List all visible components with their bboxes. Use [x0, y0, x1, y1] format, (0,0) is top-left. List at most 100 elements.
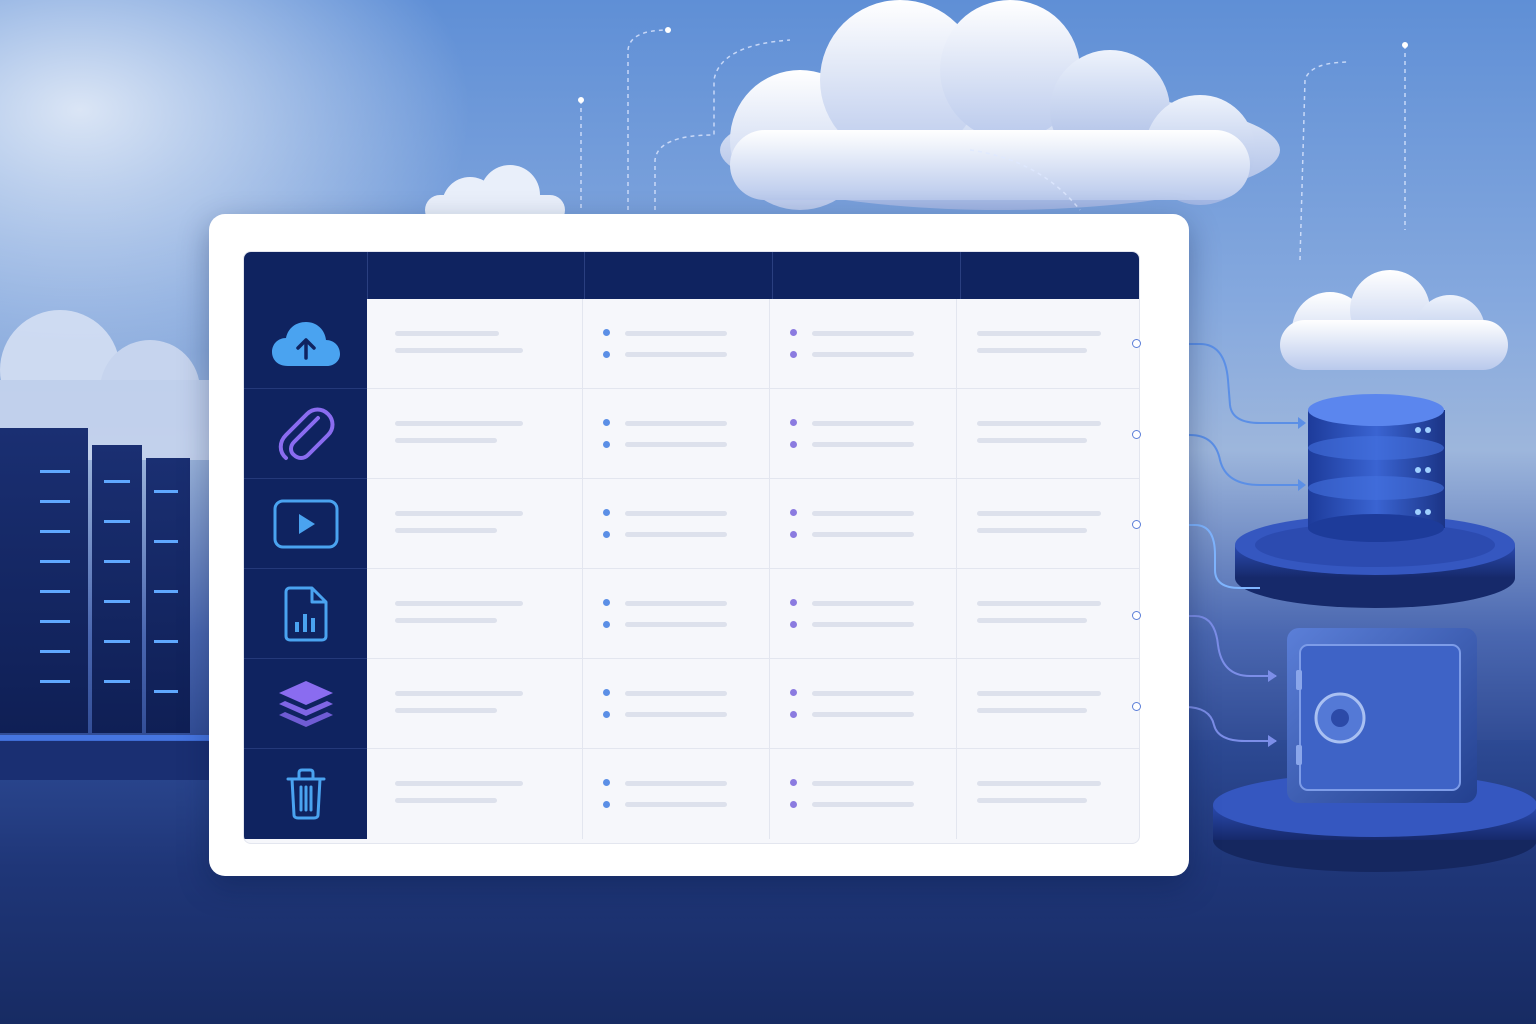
connector-node — [1132, 702, 1141, 711]
bullet-dot — [790, 329, 797, 336]
trash-icon — [286, 768, 325, 820]
placeholder-line — [395, 438, 497, 443]
placeholder-line — [977, 798, 1087, 803]
table-row[interactable] — [244, 569, 1139, 659]
bullet-dot — [603, 689, 610, 696]
bullet-dot — [790, 509, 797, 516]
paperclip-icon — [278, 407, 334, 460]
file-chart-icon — [284, 586, 327, 641]
placeholder-line — [395, 798, 497, 803]
placeholder-line — [625, 442, 727, 447]
connector-node — [1132, 430, 1141, 439]
table-body — [244, 299, 1139, 839]
placeholder-line — [395, 781, 523, 786]
table-row[interactable] — [244, 389, 1139, 479]
table-row[interactable] — [244, 659, 1139, 749]
header-cell — [368, 252, 585, 299]
bullet-dot — [603, 419, 610, 426]
connector-node — [1132, 520, 1141, 529]
bullet-dot — [603, 599, 610, 606]
cloud-upload-icon — [271, 321, 340, 366]
placeholder-line — [625, 352, 727, 357]
bullet-dot — [790, 621, 797, 628]
placeholder-line — [625, 712, 727, 717]
list-cell — [583, 299, 770, 389]
placeholder-line — [812, 622, 914, 627]
list-cell — [583, 479, 770, 569]
text-cell — [957, 749, 1139, 839]
list-cell — [770, 299, 957, 389]
placeholder-line — [977, 438, 1087, 443]
list-cell — [583, 659, 770, 749]
header-cell — [773, 252, 961, 299]
header-cell — [585, 252, 773, 299]
bullet-dot — [603, 509, 610, 516]
placeholder-line — [625, 781, 727, 786]
text-cell — [957, 479, 1139, 569]
bullet-dot — [603, 441, 610, 448]
data-table-card — [209, 214, 1189, 876]
text-cell — [367, 659, 583, 749]
placeholder-line — [977, 601, 1101, 606]
bullet-dot — [603, 531, 610, 538]
connector-node — [1132, 339, 1141, 348]
placeholder-line — [395, 691, 523, 696]
placeholder-line — [812, 421, 914, 426]
list-cell — [770, 749, 957, 839]
placeholder-line — [395, 348, 523, 353]
placeholder-line — [395, 528, 497, 533]
table-row[interactable] — [244, 479, 1139, 569]
layers-icon — [278, 680, 333, 727]
connector-node — [1132, 611, 1141, 620]
video-play-icon — [273, 499, 338, 548]
placeholder-line — [625, 511, 727, 516]
text-cell — [367, 479, 583, 569]
placeholder-line — [812, 352, 914, 357]
bullet-dot — [790, 779, 797, 786]
placeholder-line — [625, 421, 727, 426]
placeholder-line — [977, 528, 1087, 533]
cloud-large — [720, 0, 1280, 210]
placeholder-line — [977, 691, 1101, 696]
database-stack — [1235, 394, 1515, 608]
text-cell — [957, 569, 1139, 659]
row-icon-cell — [244, 569, 367, 659]
bullet-dot — [790, 711, 797, 718]
placeholder-line — [625, 331, 727, 336]
table-row[interactable] — [244, 749, 1139, 839]
header-cell — [244, 252, 368, 299]
text-cell — [957, 299, 1139, 389]
placeholder-line — [977, 348, 1087, 353]
placeholder-line — [625, 802, 727, 807]
row-icon-cell — [244, 659, 367, 749]
bullet-dot — [603, 329, 610, 336]
cloud-right — [1280, 270, 1508, 370]
bullet-dot — [603, 801, 610, 808]
bullet-dot — [790, 441, 797, 448]
list-cell — [583, 389, 770, 479]
list-cell — [583, 749, 770, 839]
row-icon-cell — [244, 749, 367, 839]
placeholder-line — [977, 708, 1087, 713]
placeholder-line — [812, 331, 914, 336]
placeholder-line — [812, 601, 914, 606]
placeholder-line — [812, 442, 914, 447]
header-cell — [961, 252, 1139, 299]
table-row[interactable] — [244, 299, 1139, 389]
list-cell — [770, 389, 957, 479]
placeholder-line — [812, 712, 914, 717]
list-cell — [770, 569, 957, 659]
placeholder-line — [977, 331, 1101, 336]
placeholder-line — [395, 511, 523, 516]
placeholder-line — [977, 421, 1101, 426]
placeholder-line — [395, 601, 523, 606]
vault-safe — [1213, 628, 1536, 872]
bullet-dot — [790, 419, 797, 426]
text-cell — [367, 299, 583, 389]
placeholder-line — [625, 691, 727, 696]
text-cell — [367, 749, 583, 839]
bullet-dot — [603, 779, 610, 786]
text-cell — [957, 389, 1139, 479]
bullet-dot — [790, 351, 797, 358]
placeholder-line — [812, 802, 914, 807]
